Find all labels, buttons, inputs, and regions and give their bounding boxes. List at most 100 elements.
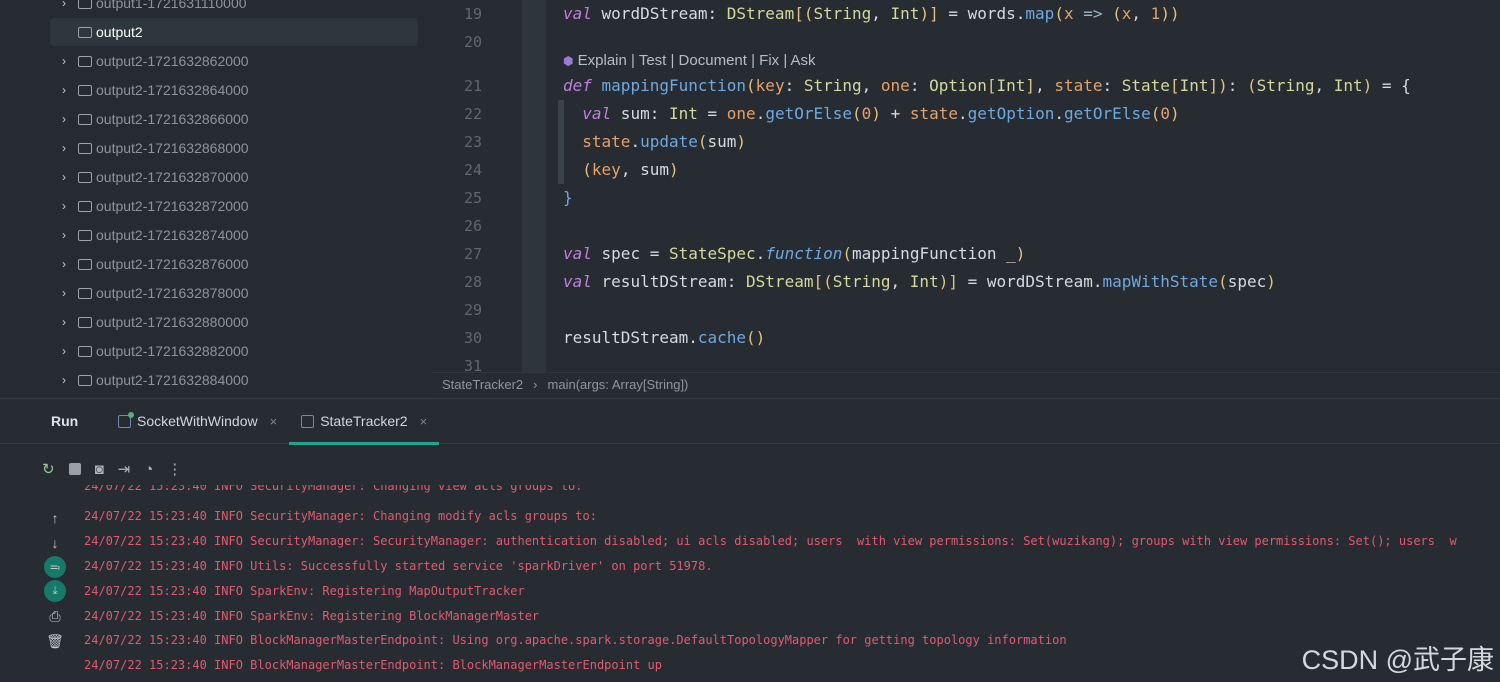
code-token: mappingFunction xyxy=(591,76,747,95)
code-token: one xyxy=(880,76,910,95)
code-token: . xyxy=(1054,104,1065,123)
tree-item-label: output2-1721632878000 xyxy=(96,285,249,301)
run-toolbar: ↻ ◙ ⇥ ◔ ⋮ xyxy=(42,460,182,479)
tree-item[interactable]: › output2-1721632882000 xyxy=(50,337,418,365)
chevron-right-icon[interactable]: › xyxy=(62,257,76,271)
chevron-right-icon[interactable]: › xyxy=(62,373,76,387)
code-token: sum xyxy=(707,132,737,151)
breadcrumb-method[interactable]: main(args: Array[String]) xyxy=(548,377,689,392)
code-token: : xyxy=(909,76,930,95)
line-number: 24 xyxy=(463,161,482,179)
run-config-icon xyxy=(118,411,134,428)
chevron-right-icon[interactable]: › xyxy=(62,228,76,242)
code-line[interactable]: 24 (key, sum) xyxy=(432,156,1500,184)
chevron-right-icon[interactable]: › xyxy=(62,315,76,329)
code-line[interactable]: 23 state.update(sum) xyxy=(432,128,1500,156)
exit-icon[interactable]: ⇥ xyxy=(118,460,131,478)
code-token: ) xyxy=(736,132,747,151)
code-token: Option xyxy=(929,76,987,95)
tree-item[interactable]: › output2-1721632874000 xyxy=(50,221,418,249)
stop-icon[interactable] xyxy=(68,463,81,475)
more-icon[interactable]: ⋮ xyxy=(167,460,182,478)
code-line[interactable]: 19 val wordDStream: DStream[(String, Int)… xyxy=(432,0,1500,28)
code-token: resultDStream: xyxy=(591,272,747,291)
code-token: def xyxy=(563,76,592,95)
line-number: 23 xyxy=(463,133,482,151)
tree-item[interactable]: › output2-1721632864000 xyxy=(50,76,418,104)
tree-item-label: output2-1721632866000 xyxy=(96,111,249,127)
code-token: ) xyxy=(1362,76,1373,95)
chevron-right-icon[interactable]: › xyxy=(62,170,76,184)
code-token: ( xyxy=(1247,76,1257,95)
code-token: val xyxy=(563,244,592,263)
code-line[interactable]: 21 def mappingFunction(key: String, one: … xyxy=(432,72,1500,100)
code-token: ( xyxy=(563,160,592,179)
code-text: val resultDStream: DStream[(String, Int)… xyxy=(563,268,1276,296)
print-icon[interactable]: ⎙ xyxy=(42,604,68,629)
code-token: ( xyxy=(746,76,756,95)
tree-item[interactable]: › output1-1721631110000 xyxy=(50,0,418,17)
rerun-icon[interactable]: ↻ xyxy=(42,460,55,478)
code-token: ) xyxy=(1170,104,1180,123)
tab-socketwithwindow[interactable]: SocketWithWindow × xyxy=(106,398,289,444)
line-number: 26 xyxy=(463,217,482,235)
code-text: resultDStream.cache() xyxy=(563,324,765,352)
breadcrumb: StateTracker2 › main(args: Array[String]… xyxy=(432,372,1500,396)
scroll-to-end-icon[interactable]: ⤓ xyxy=(44,580,66,602)
chevron-right-icon[interactable]: › xyxy=(62,83,76,97)
soft-wrap-icon[interactable]: ≕ xyxy=(44,556,66,578)
code-token: x xyxy=(1121,4,1132,23)
log-line: 24/07/22 15:23:40 INFO BlockManagerMaste… xyxy=(84,633,1067,648)
code-token: key xyxy=(755,76,785,95)
chevron-right-icon[interactable]: › xyxy=(62,344,76,358)
chevron-right-icon[interactable]: › xyxy=(62,286,76,300)
folder-icon xyxy=(78,113,92,125)
folder-icon xyxy=(78,142,92,154)
chevron-right-icon[interactable]: › xyxy=(62,199,76,213)
scroll-down-icon[interactable]: ↓ xyxy=(42,530,68,555)
code-token: StateSpec xyxy=(668,244,756,263)
code-line[interactable]: 28 val resultDStream: DStream[(String, In… xyxy=(432,268,1500,296)
code-token: getOrElse xyxy=(1064,104,1151,123)
code-token: () xyxy=(746,328,766,347)
tab-statetracker2[interactable]: StateTracker2 × xyxy=(289,398,440,445)
camera-icon[interactable]: ◙ xyxy=(95,461,104,478)
code-line[interactable]: 29 xyxy=(432,296,1500,324)
line-number: 21 xyxy=(463,77,482,95)
log-line: 24/07/22 15:23:40 INFO SecurityManager: … xyxy=(84,508,597,523)
gauge-icon[interactable]: ◔ xyxy=(144,461,153,478)
tree-item-label: output2-1721632876000 xyxy=(96,256,249,272)
code-line[interactable]: 22 val sum: Int = one.getOrElse(0) + sta… xyxy=(432,100,1500,128)
tree-item[interactable]: › output2-1721632878000 xyxy=(50,279,418,307)
tree-item[interactable]: › output2-1721632868000 xyxy=(50,134,418,162)
run-title: Run xyxy=(51,413,79,429)
tree-item[interactable]: › output2-1721632866000 xyxy=(50,105,418,133)
chevron-right-icon[interactable]: › xyxy=(62,141,76,155)
code-line[interactable]: 26 xyxy=(432,212,1500,240)
close-tab-icon[interactable]: × xyxy=(270,414,278,429)
trash-icon[interactable]: 🗑 xyxy=(42,629,68,654)
code-line[interactable]: 27 val spec = StateSpec.function(mappingF… xyxy=(432,240,1500,268)
scroll-up-icon[interactable]: ↑ xyxy=(42,505,68,530)
breadcrumb-file[interactable]: StateTracker2 xyxy=(442,377,523,392)
chevron-right-icon[interactable]: › xyxy=(62,112,76,126)
code-line[interactable]: 20 xyxy=(432,28,1500,56)
tree-item[interactable]: › output2-1721632880000 xyxy=(50,308,418,336)
code-token: , xyxy=(890,272,910,291)
code-editor[interactable]: ⬢ Explain | Test | Document | Fix | Ask … xyxy=(432,0,1500,375)
chevron-right-icon[interactable]: › xyxy=(62,0,76,10)
code-token: state xyxy=(563,132,631,151)
tree-item[interactable]: › output2-1721632862000 xyxy=(50,47,418,75)
tree-item[interactable]: output2 xyxy=(50,18,418,46)
code-line[interactable]: 30 resultDStream.cache() xyxy=(432,324,1500,352)
tree-item[interactable]: › output2-1721632876000 xyxy=(50,250,418,278)
tree-item[interactable]: › output2-1721632884000 xyxy=(50,366,418,394)
code-token: : xyxy=(1227,76,1248,95)
tree-item[interactable]: › output2-1721632870000 xyxy=(50,163,418,191)
close-tab-icon[interactable]: × xyxy=(420,414,428,429)
tree-item[interactable]: › output2-1721632872000 xyxy=(50,192,418,220)
code-line[interactable]: 25} xyxy=(432,184,1500,212)
chevron-right-icon[interactable]: › xyxy=(62,54,76,68)
code-token: : xyxy=(1102,76,1122,95)
code-text: def mappingFunction(key: String, one: Op… xyxy=(563,72,1411,100)
